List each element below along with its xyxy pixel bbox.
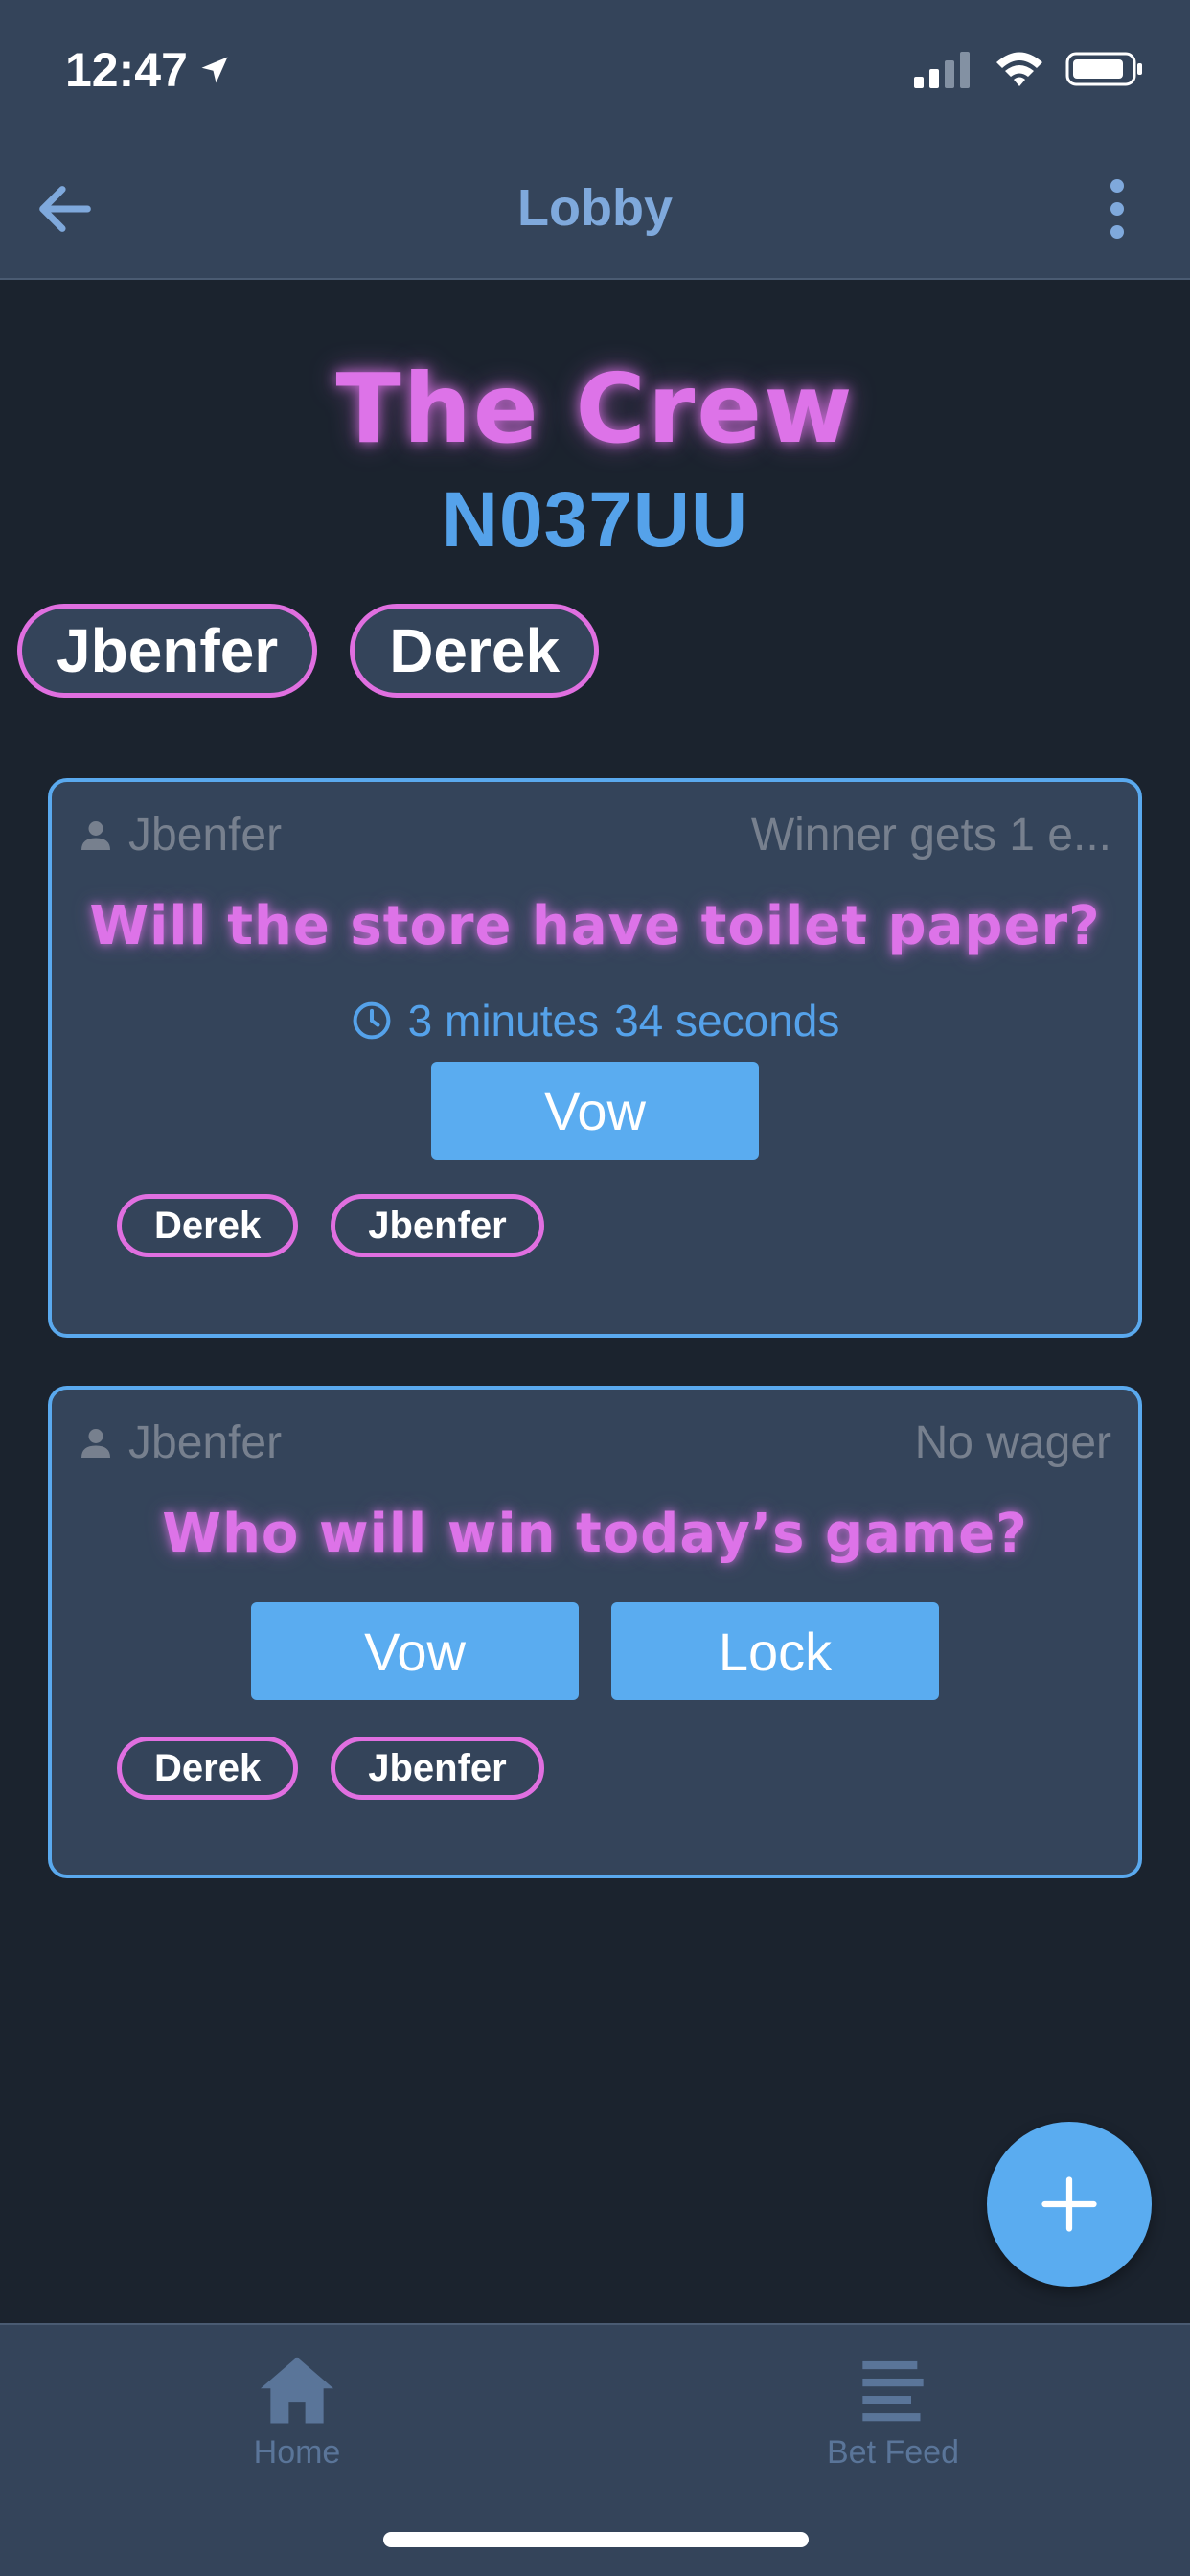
status-time-text: 12:47 (65, 43, 188, 97)
bet-actions: Vow (52, 1062, 1138, 1160)
location-arrow-icon (201, 57, 228, 83)
bet-participants: Derek Jbenfer (117, 1736, 544, 1800)
tab-home-label: Home (253, 2434, 341, 2471)
participant-chip[interactable]: Derek (117, 1194, 299, 1257)
vow-button[interactable]: Vow (431, 1062, 759, 1160)
tab-home[interactable]: Home (153, 2354, 441, 2472)
bet-card[interactable]: Jbenfer No wager Who will win today’s ga… (48, 1386, 1142, 1878)
participant-chip[interactable]: Derek (117, 1736, 299, 1800)
home-indicator[interactable] (383, 2532, 809, 2547)
clock-icon (353, 1001, 391, 1040)
member-chip[interactable]: Derek (350, 604, 600, 698)
list-icon (862, 2360, 924, 2422)
bet-question: Who will win today’s game? (162, 1503, 1028, 1565)
person-icon (81, 1428, 110, 1458)
member-list: Jbenfer Derek (17, 604, 600, 698)
app-bar-title: Lobby (517, 179, 673, 237)
group-name: The Crew (335, 353, 855, 465)
cellular-signal-icon (914, 52, 970, 88)
status-time: 12:47 (65, 42, 232, 98)
plus-icon (1041, 2176, 1097, 2232)
timer-minutes: 3 minutes (407, 996, 600, 1046)
status-icons (914, 50, 1144, 88)
bet-author-name: Jbenfer (128, 810, 283, 861)
bet-question: Will the store have toilet paper? (89, 895, 1101, 957)
bet-author: Jbenfer (77, 809, 282, 862)
more-vertical-icon (1110, 179, 1124, 239)
bet-wager: Winner gets 1 e... (750, 810, 1111, 861)
member-chip[interactable]: Jbenfer (17, 604, 318, 698)
bet-author: Jbenfer (77, 1416, 282, 1469)
bet-timer: 3 minutes 34 seconds (52, 995, 1138, 1046)
person-icon (81, 820, 110, 850)
bet-actions: Vow Lock (52, 1602, 1138, 1700)
group-code: N037UU (441, 476, 749, 564)
wifi-icon (996, 52, 1042, 86)
battery-icon (1065, 52, 1142, 86)
more-options-button[interactable] (1079, 171, 1156, 247)
bet-card[interactable]: Jbenfer Winner gets 1 e... Will the stor… (48, 778, 1142, 1338)
timer-seconds: 34 seconds (614, 996, 840, 1046)
add-bet-button[interactable] (987, 2122, 1152, 2287)
top-bar: 12:47 Lobby (0, 0, 1190, 280)
bet-participants: Derek Jbenfer (117, 1194, 544, 1257)
tab-bet-feed[interactable]: Bet Feed (749, 2354, 1037, 2472)
home-icon (261, 2357, 333, 2424)
screen: 12:47 Lobby The Crew N037UU Jbenfer Dere… (0, 0, 1190, 2576)
tab-bet-feed-label: Bet Feed (827, 2434, 959, 2471)
participant-chip[interactable]: Jbenfer (331, 1194, 544, 1257)
bet-wager: No wager (914, 1417, 1111, 1468)
bet-author-name: Jbenfer (128, 1417, 283, 1468)
lock-button[interactable]: Lock (611, 1602, 939, 1700)
vow-button[interactable]: Vow (251, 1602, 579, 1700)
participant-chip[interactable]: Jbenfer (331, 1736, 544, 1800)
